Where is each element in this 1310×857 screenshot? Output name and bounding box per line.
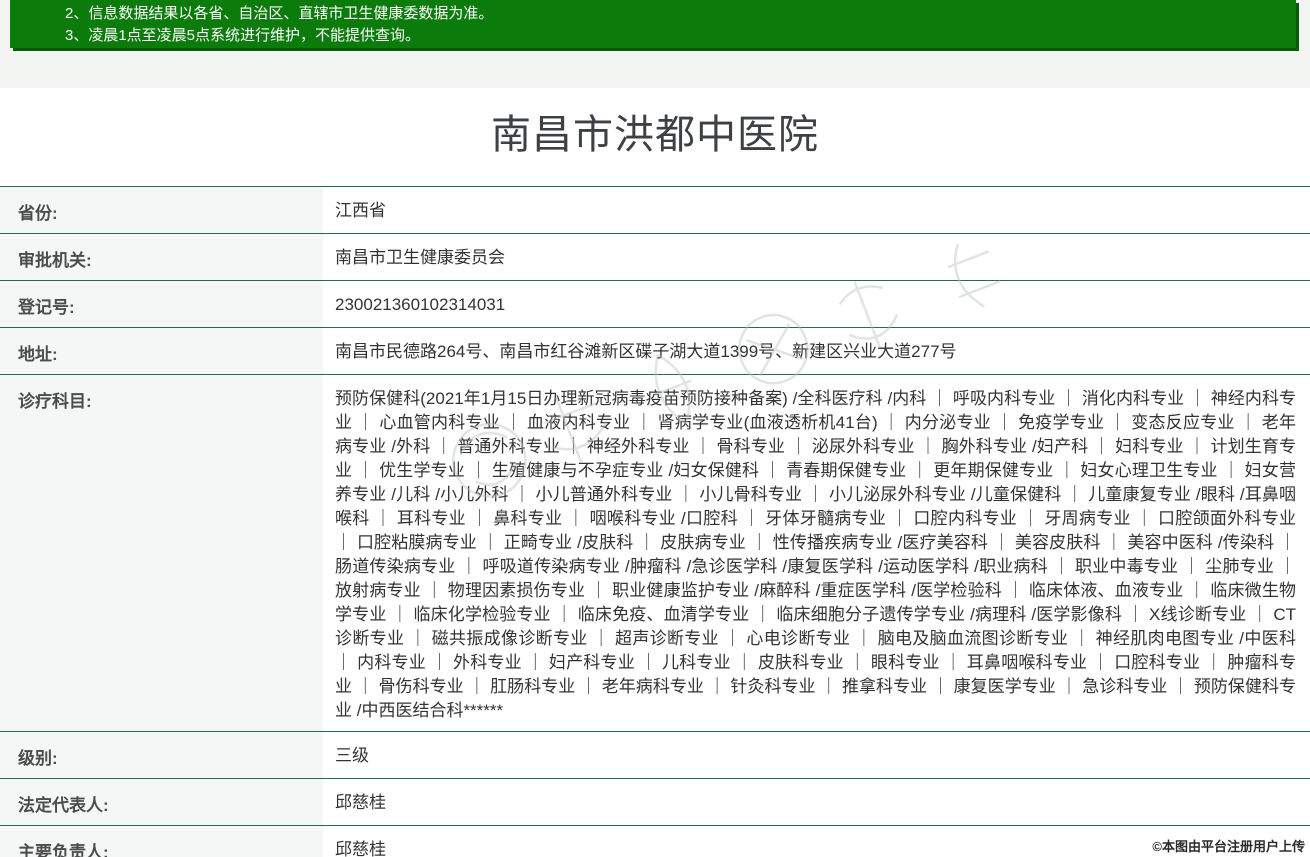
row-value: 三级 — [323, 732, 1310, 778]
row-label: 省份: — [0, 187, 323, 233]
hospital-info-table: 省份: 江西省 审批机关: 南昌市卫生健康委员会 登记号: 2300213601… — [0, 186, 1310, 857]
row-label: 法定代表人: — [0, 779, 323, 825]
table-row-province: 省份: 江西省 — [0, 187, 1310, 234]
row-label: 审批机关: — [0, 234, 323, 280]
notice-banner: 2、信息数据结果以各省、自治区、直辖市卫生健康委数据为准。 3、凌晨1点至凌晨5… — [10, 0, 1296, 48]
row-label: 地址: — [0, 328, 323, 374]
copyright-notice: ©本图由平台注册用户上传 — [1152, 836, 1305, 855]
table-row-address: 地址: 南昌市民德路264号、南昌市红谷滩新区碟子湖大道1399号、新建区兴业大… — [0, 328, 1310, 375]
table-row-legal-representative: 法定代表人: 邱慈桂 — [0, 779, 1310, 826]
row-label: 级别: — [0, 732, 323, 778]
row-value: 南昌市卫生健康委员会 — [323, 234, 1310, 280]
page-title: 南昌市洪都中医院 — [0, 88, 1310, 172]
table-row-main-person-in-charge: 主要负责人: 邱慈桂 — [0, 826, 1310, 857]
row-label: 登记号: — [0, 281, 323, 327]
row-label: 主要负责人: — [0, 826, 323, 857]
content-area: 南昌市洪都中医院 省份: 江西省 审批机关: 南昌市卫生健康委员会 登记号: 2… — [0, 88, 1310, 857]
table-row-level: 级别: 三级 — [0, 732, 1310, 779]
row-value: 邱慈桂 — [323, 779, 1310, 825]
row-label: 诊疗科目: — [0, 375, 323, 731]
row-value: 南昌市民德路264号、南昌市红谷滩新区碟子湖大道1399号、新建区兴业大道277… — [323, 328, 1310, 374]
page-root: 2、信息数据结果以各省、自治区、直辖市卫生健康委数据为准。 3、凌晨1点至凌晨5… — [0, 0, 1310, 857]
table-row-registration-number: 登记号: 230021360102314031 — [0, 281, 1310, 328]
table-row-medical-departments: 诊疗科目: 预防保健科(2021年1月15日办理新冠病毒疫苗预防接种备案) /全… — [0, 375, 1310, 732]
table-row-approval-authority: 审批机关: 南昌市卫生健康委员会 — [0, 234, 1310, 281]
notice-line-2: 2、信息数据结果以各省、自治区、直辖市卫生健康委数据为准。 — [10, 3, 1296, 25]
row-value: 预防保健科(2021年1月15日办理新冠病毒疫苗预防接种备案) /全科医疗科 /… — [323, 375, 1310, 731]
row-value: 江西省 — [323, 187, 1310, 233]
notice-line-3: 3、凌晨1点至凌晨5点系统进行维护，不能提供查询。 — [10, 25, 1296, 47]
row-value: 230021360102314031 — [323, 281, 1310, 327]
